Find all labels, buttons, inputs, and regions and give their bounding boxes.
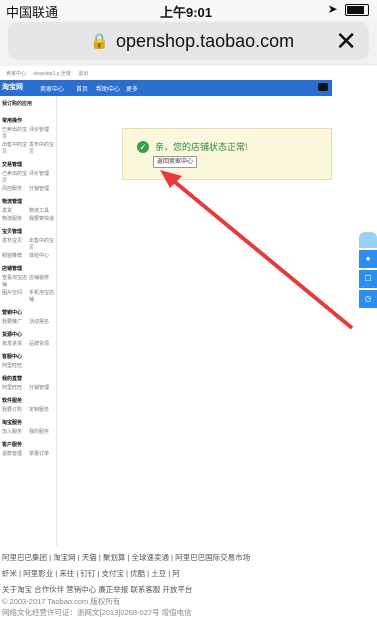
ios-status-bar: 中国联通 上午9:01 ➤	[0, 0, 377, 20]
lock-icon: 🔒	[90, 33, 109, 50]
footer-links-row2[interactable]: 虾米 | 阿里影业 | 来往 | 钉钉 | 支付宝 | 优酷 | 土豆 | 阿	[2, 568, 180, 579]
close-icon[interactable]: ✕	[335, 26, 357, 57]
footer-links-row3[interactable]: 关于淘宝 合作伙伴 营销中心 廉正举报 联系客服 开放平台	[2, 584, 192, 595]
status-icons: ➤	[328, 2, 369, 16]
cloud-icon[interactable]	[359, 232, 377, 248]
location-pin-icon[interactable]: ●	[359, 250, 377, 268]
web-page: 卖家中心 ebaydep1.p.全链 退出 淘宝网 卖家中心 首页 帮助中心 更…	[0, 66, 377, 617]
url-text[interactable]: openshop.taobao.com	[116, 31, 294, 52]
annotation-arrow	[160, 170, 354, 330]
footer-links-row1[interactable]: 阿里巴巴集团 | 淘宝网 | 天猫 | 聚划算 | 全球速卖通 | 阿里巴巴国际…	[2, 552, 250, 563]
clock: 上午9:01	[160, 5, 213, 20]
copyright: © 2003-2017 Taobao.com 版权所有	[2, 597, 121, 606]
floating-toolbar: ● ☐ ◷	[359, 232, 377, 308]
location-icon: ➤	[327, 2, 338, 16]
battery-icon	[345, 3, 369, 16]
clock-icon[interactable]: ◷	[359, 290, 377, 308]
site-footer: 阿里巴巴集团 | 淘宝网 | 天猫 | 聚划算 | 全球速卖通 | 阿里巴巴国际…	[0, 546, 377, 617]
address-bar[interactable]: 🔒 openshop.taobao.com ✕	[8, 22, 369, 60]
carrier-label: 中国联通	[6, 5, 59, 20]
chat-icon[interactable]: ☐	[359, 270, 377, 288]
license-text: 网络文化经营许可证：浙网文[2013]0268-027号 增值电信	[2, 608, 192, 617]
